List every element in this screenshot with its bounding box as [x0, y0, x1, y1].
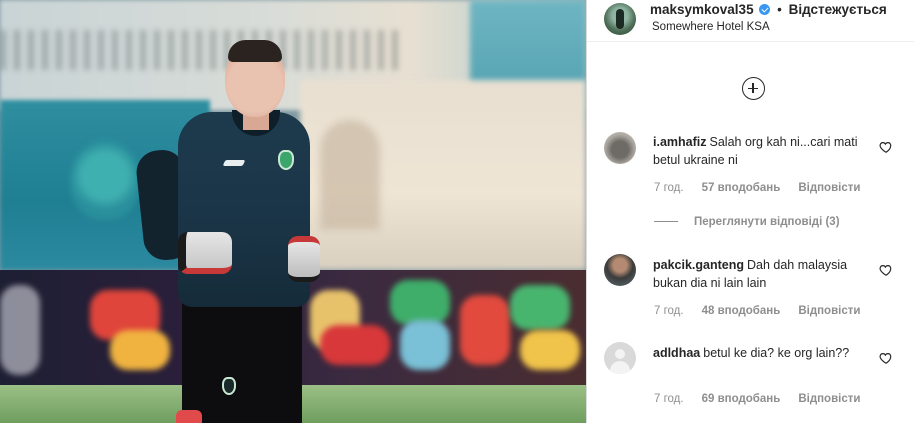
- verified-badge-icon: [759, 4, 771, 15]
- player-sock: [176, 410, 202, 423]
- comment-body: i.amhafiz Salah org kah ni...cari mati be…: [653, 133, 863, 169]
- board-shape: [320, 325, 390, 365]
- heart-outline-icon[interactable]: [879, 140, 893, 154]
- player-hair: [228, 40, 282, 62]
- post-location[interactable]: Somewhere Hotel KSA: [652, 21, 770, 33]
- comment-meta: 7 год. 69 вподобань Відповісти: [654, 393, 878, 405]
- player-shorts: [182, 296, 302, 423]
- shorts-badge: [222, 377, 236, 395]
- comment-likes[interactable]: 57 вподобань: [702, 182, 781, 194]
- board-shape: [390, 280, 450, 325]
- board-shape: [520, 330, 580, 370]
- author-line: maksymkoval35 • Відстежується: [650, 2, 887, 17]
- reply-button[interactable]: Відповісти: [798, 182, 860, 194]
- reply-button[interactable]: Відповісти: [798, 305, 860, 317]
- post-header: maksymkoval35 • Відстежується Somewhere …: [587, 0, 914, 42]
- comment-time[interactable]: 7 год.: [654, 305, 684, 317]
- comment-text: betul ke dia? ke org lain??: [703, 346, 850, 360]
- jersey-logo: [222, 160, 246, 166]
- comment-time[interactable]: 7 год.: [654, 182, 684, 194]
- view-replies-label: Переглянути відповіді (3): [694, 216, 840, 228]
- board-shape: [510, 285, 570, 330]
- comments-panel: maksymkoval35 • Відстежується Somewhere …: [586, 0, 914, 423]
- comment-likes[interactable]: 69 вподобань: [702, 393, 781, 405]
- replies-divider: [654, 221, 678, 223]
- commenter-avatar[interactable]: [604, 254, 636, 286]
- commenter-avatar[interactable]: [604, 132, 636, 164]
- jersey-badge: [278, 150, 294, 170]
- post-photo[interactable]: [0, 0, 586, 423]
- comment-meta: 7 год. 48 вподобань Відповісти: [654, 305, 878, 317]
- separator-dot: •: [777, 2, 782, 17]
- following-button[interactable]: Відстежується: [789, 2, 887, 17]
- view-replies-button[interactable]: Переглянути відповіді (3): [654, 216, 840, 228]
- heart-outline-icon[interactable]: [879, 351, 893, 365]
- comment-body: pakcik.ganteng Dah dah malaysia bukan dia…: [653, 256, 863, 292]
- comment-username[interactable]: pakcik.ganteng: [653, 258, 744, 272]
- comment-username[interactable]: adldhaa: [653, 346, 700, 360]
- stadium-arch: [320, 120, 380, 230]
- author-username[interactable]: maksymkoval35: [650, 2, 754, 17]
- board-shape: [0, 285, 40, 375]
- reply-button[interactable]: Відповісти: [798, 393, 860, 405]
- goalkeeper-glove-left: [178, 232, 232, 274]
- comment-likes[interactable]: 48 вподобань: [702, 305, 781, 317]
- heart-outline-icon[interactable]: [879, 263, 893, 277]
- board-shape: [400, 320, 450, 370]
- comment-time[interactable]: 7 год.: [654, 393, 684, 405]
- comment-meta: 7 год. 57 вподобань Відповісти: [654, 182, 878, 194]
- commenter-avatar[interactable]: [604, 342, 636, 374]
- author-avatar[interactable]: [604, 3, 636, 35]
- comment-body: adldhaa betul ke dia? ke org lain??: [653, 344, 863, 362]
- club-crest-graphic: [70, 140, 140, 220]
- goalkeeper-glove-right: [288, 236, 320, 282]
- comment-username[interactable]: i.amhafiz: [653, 135, 707, 149]
- stadium-banner: [0, 30, 400, 70]
- board-shape: [460, 295, 510, 365]
- plus-circle-icon[interactable]: [742, 77, 765, 100]
- board-shape: [110, 330, 170, 370]
